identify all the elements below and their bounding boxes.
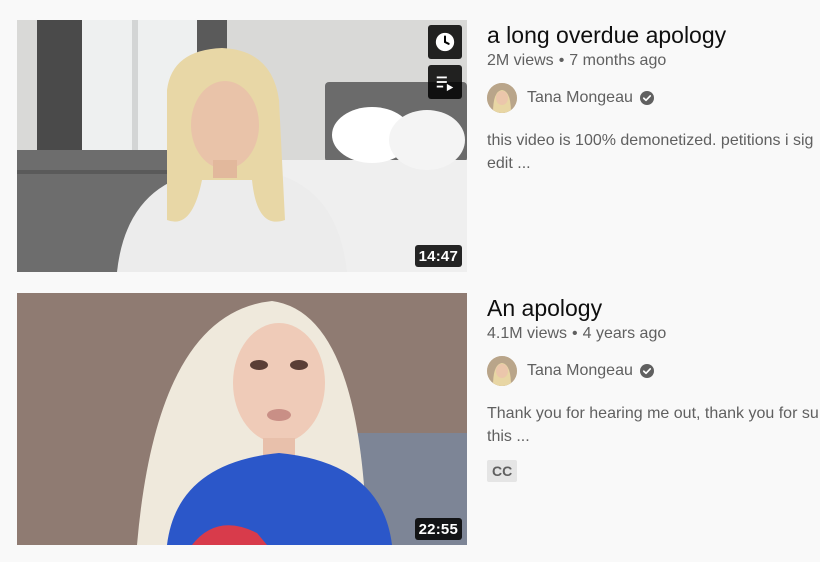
meta-separator: • [572,325,578,342]
view-count: 4.1M views [487,325,568,342]
upload-age: 4 years ago [582,325,667,342]
duration-badge: 22:55 [414,518,462,540]
thumbnail-image [17,20,467,272]
verified-check-icon [639,90,655,106]
upload-age: 7 months ago [569,52,667,69]
video-description: Thank you for hearing me out, thank you … [487,402,820,448]
cc-badge: CC [487,460,518,482]
description-line: Thank you for hearing me out, thank you … [487,405,819,422]
description-line: edit ... [487,155,531,172]
channel-row[interactable]: Tana Mongeau [487,83,820,113]
clock-icon [435,32,455,52]
thumbnail-image [17,293,467,545]
description-line: this video is 100% demonetized. petition… [487,132,814,149]
channel-row[interactable]: Tana Mongeau [487,356,820,386]
video-metadata: 2M views • 7 months ago [487,51,820,71]
add-to-queue-button[interactable] [428,65,462,99]
view-count: 2M views [487,52,554,69]
duration-badge: 14:47 [414,245,462,267]
avatar[interactable] [487,83,517,113]
video-thumbnail[interactable]: 14:47 [17,20,467,272]
video-metadata: 4.1M views • 4 years ago [487,324,820,344]
video-result[interactable]: 22:55 An apology 4.1M views • 4 years ago … [17,293,820,545]
video-title[interactable]: An apology [487,294,820,322]
video-description: this video is 100% demonetized. petition… [487,129,820,175]
avatar[interactable] [487,356,517,386]
video-thumbnail[interactable]: 22:55 [17,293,467,545]
meta-separator: • [558,52,565,69]
verified-check-icon [639,363,655,379]
video-title[interactable]: a long overdue apology [487,21,820,49]
watch-later-button[interactable] [428,25,462,59]
description-line: this ... [487,428,530,445]
channel-name[interactable]: Tana Mongeau [527,362,633,380]
video-info: a long overdue apology 2M views • 7 months… [487,20,820,175]
add-to-queue-icon [436,76,454,92]
video-info: An apology 4.1M views • 4 years ago Tana M… [487,293,820,482]
video-result[interactable]: 14:47 a long overdue apology 2M views • 7 … [17,20,820,272]
channel-name[interactable]: Tana Mongeau [527,89,633,107]
